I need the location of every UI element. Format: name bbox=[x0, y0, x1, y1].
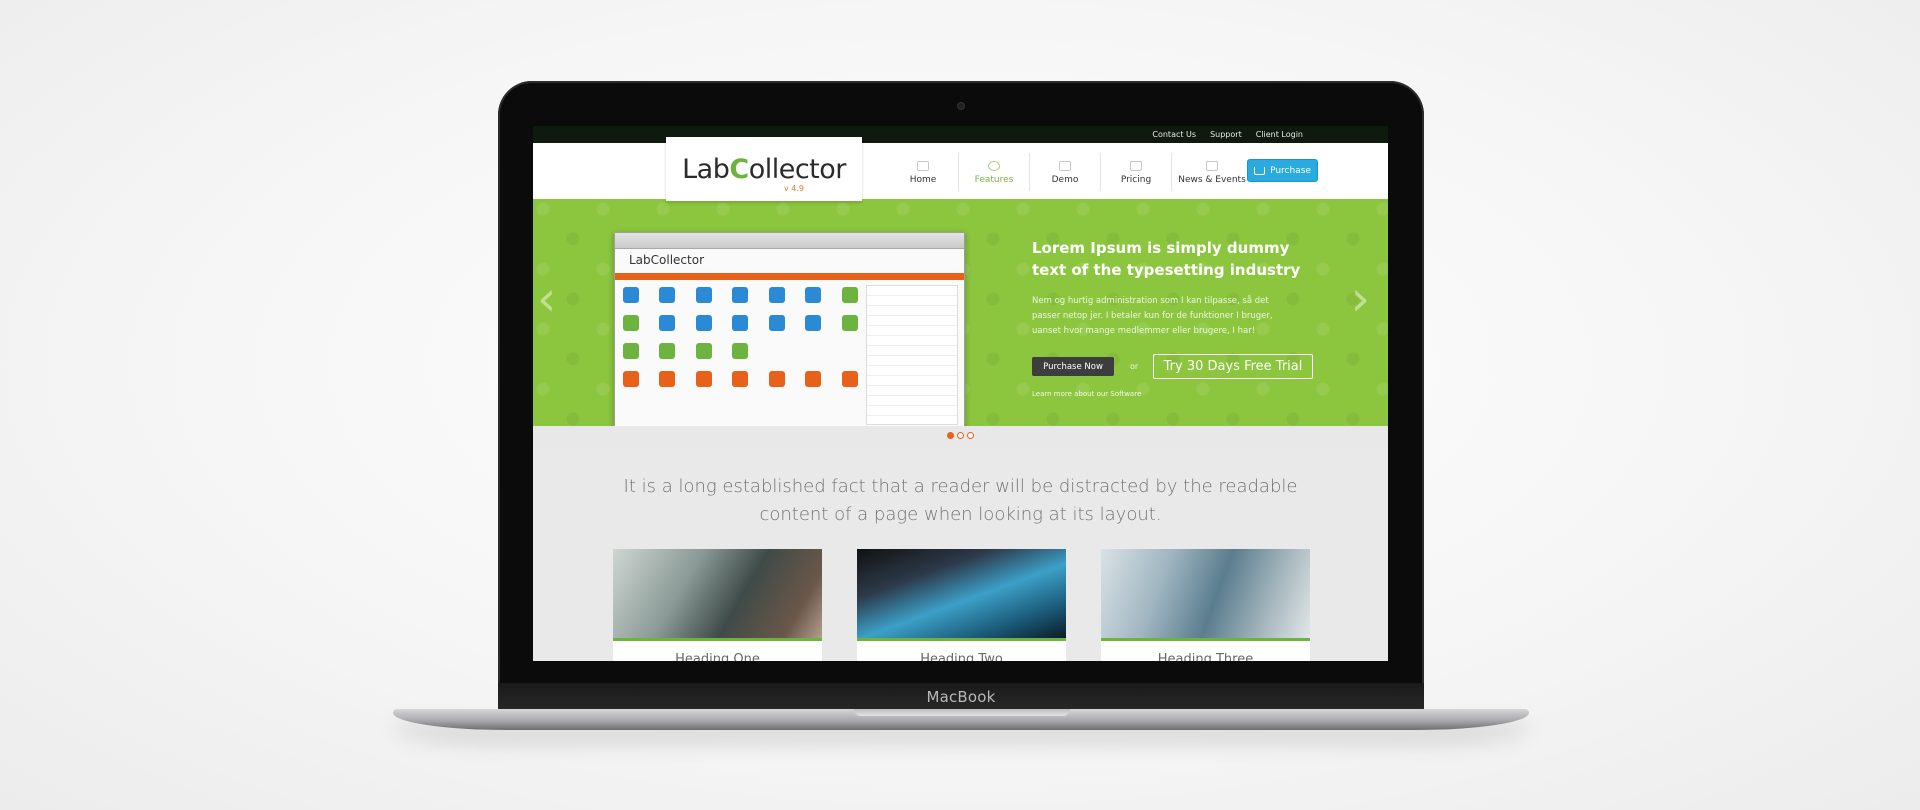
cart-icon bbox=[1254, 166, 1266, 175]
app-tile-icon bbox=[805, 287, 822, 303]
slider-dots bbox=[533, 432, 1388, 439]
laptop-hinge-notch bbox=[854, 709, 1070, 716]
slider-prev-arrow-icon[interactable]: ‹ bbox=[537, 271, 556, 327]
lead-text: It is a long established fact that a rea… bbox=[623, 476, 1298, 525]
hero-body: Nem og hurtig administration som I kan t… bbox=[1032, 296, 1273, 336]
free-trial-button[interactable]: Try 30 Days Free Trial bbox=[1153, 354, 1313, 379]
main-nav: LabCollector v 4.9 Home Features Demo Pr… bbox=[533, 137, 1388, 201]
top-utility-bar: Contact Us Support Client Login bbox=[533, 126, 1388, 143]
app-tile-icon bbox=[623, 371, 639, 387]
hero-title: Lorem Ipsum is simply dummy text of the … bbox=[1032, 239, 1301, 279]
app-tile-icon bbox=[732, 371, 749, 387]
feature-card[interactable]: Heading Two bbox=[857, 549, 1066, 661]
app-logo: LabCollector bbox=[629, 253, 705, 267]
app-tile-icon bbox=[623, 315, 639, 331]
app-tile-icon bbox=[695, 343, 712, 359]
hero-slider: ‹ › LabCollector Lorem Ipsum is simply d… bbox=[533, 199, 1388, 426]
app-tile-icon bbox=[695, 371, 712, 387]
purchase-button[interactable]: Purchase bbox=[1247, 159, 1318, 182]
card-image bbox=[1101, 549, 1310, 641]
slider-dot[interactable] bbox=[957, 432, 964, 439]
home-icon bbox=[917, 161, 929, 171]
slider-dot[interactable] bbox=[947, 432, 954, 439]
app-tile-icon bbox=[732, 315, 749, 331]
nav-item-label: Pricing bbox=[1120, 175, 1152, 185]
purchase-now-button[interactable]: Purchase Now bbox=[1032, 357, 1114, 376]
card-title: Heading Three bbox=[1157, 652, 1254, 661]
learn-more-link[interactable]: Learn more about our Software bbox=[1032, 390, 1141, 398]
app-tile-icon bbox=[841, 287, 858, 303]
app-tile-icon bbox=[623, 343, 639, 359]
app-tile-icon bbox=[659, 315, 676, 331]
card-title: Heading One bbox=[675, 652, 760, 661]
app-tile-icon bbox=[768, 371, 785, 387]
nav-item-label: Home bbox=[909, 175, 937, 185]
app-tile-icon bbox=[732, 287, 749, 303]
nav-item-home[interactable]: Home bbox=[888, 153, 959, 191]
app-tile-icon bbox=[805, 315, 822, 331]
app-tile-icon bbox=[841, 315, 858, 331]
app-menu-bar bbox=[615, 273, 964, 280]
app-activity-panel bbox=[866, 285, 958, 425]
nav-item-label: Features bbox=[974, 175, 1014, 185]
document-icon bbox=[1206, 161, 1218, 171]
screen: Contact Us Support Client Login LabColle… bbox=[533, 126, 1388, 661]
app-tile-icon bbox=[841, 371, 858, 387]
monitor-icon bbox=[1059, 161, 1071, 171]
nav-item-label: News & Events bbox=[1178, 175, 1246, 185]
feature-cards: Heading One Heading Two Heading Three bbox=[613, 549, 1310, 661]
client-login-link[interactable]: Client Login bbox=[1256, 130, 1303, 139]
slider-dot[interactable] bbox=[967, 432, 974, 439]
nav-item-pricing[interactable]: Pricing bbox=[1101, 153, 1172, 191]
app-tile-icon bbox=[768, 287, 785, 303]
logo[interactable]: LabCollector v 4.9 bbox=[666, 137, 862, 201]
app-tile-icon bbox=[695, 287, 712, 303]
app-icon-grid bbox=[623, 287, 868, 387]
slider-next-arrow-icon[interactable]: › bbox=[1351, 271, 1370, 327]
card-image bbox=[613, 549, 822, 641]
contact-us-link[interactable]: Contact Us bbox=[1152, 130, 1196, 139]
app-tile-icon bbox=[805, 371, 822, 387]
card-title: Heading Two bbox=[920, 652, 1003, 661]
browser-chrome bbox=[615, 233, 964, 249]
nav-item-news-events[interactable]: News & Events bbox=[1172, 153, 1252, 191]
app-screenshot: LabCollector bbox=[614, 232, 965, 426]
nav-item-demo[interactable]: Demo bbox=[1030, 153, 1101, 191]
app-tile-icon bbox=[695, 315, 712, 331]
camera-icon bbox=[958, 103, 964, 109]
or-label: or bbox=[1130, 362, 1139, 371]
logo-text: LabCollector bbox=[682, 153, 846, 185]
purchase-button-label: Purchase bbox=[1270, 165, 1311, 176]
app-tile-icon bbox=[659, 287, 676, 303]
tag-icon bbox=[1130, 161, 1142, 171]
app-tile-icon bbox=[659, 343, 676, 359]
nav-item-features[interactable]: Features bbox=[959, 153, 1030, 191]
support-link[interactable]: Support bbox=[1210, 130, 1242, 139]
app-tile-icon bbox=[768, 315, 785, 331]
gear-icon bbox=[988, 161, 1000, 171]
nav-item-label: Demo bbox=[1051, 175, 1079, 185]
content-section: It is a long established fact that a rea… bbox=[533, 447, 1388, 661]
app-tile-icon bbox=[623, 287, 639, 303]
app-tile-icon bbox=[659, 371, 676, 387]
nav-items: Home Features Demo Pricing News & Events bbox=[888, 153, 1252, 191]
feature-card[interactable]: Heading Three bbox=[1101, 549, 1310, 661]
logo-version: v 4.9 bbox=[784, 184, 804, 193]
app-tile-icon bbox=[732, 343, 749, 359]
card-image bbox=[857, 549, 1066, 641]
feature-card[interactable]: Heading One bbox=[613, 549, 822, 661]
device-brand-label: MacBook bbox=[926, 688, 996, 706]
